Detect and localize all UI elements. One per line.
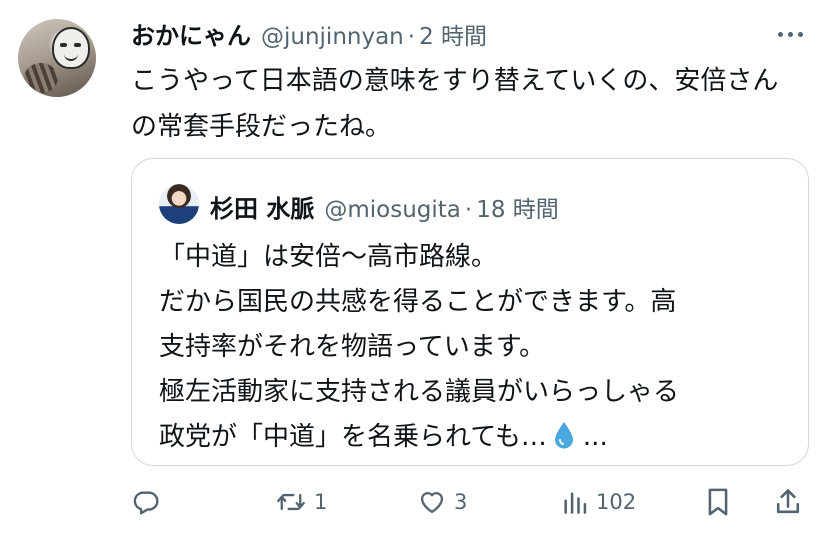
like-button[interactable]: 3	[418, 480, 467, 524]
avatar-cat-image	[24, 63, 58, 93]
share-icon	[776, 489, 800, 514]
quoted-text-line: だから国民の共感を得ることができます。高	[159, 287, 677, 317]
quoted-tweet-text: 「中道」は安倍〜高市路線。 だから国民の共感を得ることができます。高 支持率がそ…	[159, 235, 789, 460]
droplet-icon	[554, 422, 573, 449]
quoted-tweet-card[interactable]: 杉田 水脈 @miosugita · 18 時間 「中道」は安倍〜高市路線。 だ…	[131, 158, 809, 466]
quoted-text-line: 極左活動家に支持される議員がいらっしゃる	[159, 377, 680, 407]
retweet-button[interactable]: 1	[276, 480, 327, 524]
quoted-display-name[interactable]: 杉田 水脈	[210, 189, 314, 224]
views-icon	[564, 492, 587, 514]
more-dot-icon	[777, 31, 783, 37]
user-handle[interactable]: @junjinnyan	[261, 24, 404, 50]
truncation-ellipsis: ...	[582, 422, 608, 452]
like-count: 3	[454, 490, 468, 514]
timestamp[interactable]: 2 時間	[419, 17, 487, 51]
share-button[interactable]	[774, 480, 802, 524]
bookmark-icon	[708, 488, 728, 516]
reply-button[interactable]	[132, 480, 160, 524]
avatar-face-illustration	[52, 27, 90, 69]
retweet-icon	[277, 493, 305, 511]
quoted-text-line: 「中道」は安倍〜高市路線。	[159, 242, 498, 272]
more-dot-icon	[797, 31, 803, 37]
quoted-timestamp[interactable]: 18 時間	[476, 190, 559, 224]
action-bar: 1 3 102	[0, 480, 828, 524]
more-dot-icon	[787, 31, 793, 37]
quoted-user-handle[interactable]: @miosugita	[324, 197, 461, 223]
views-button[interactable]: 102	[562, 480, 636, 524]
quoted-avatar[interactable]	[159, 184, 199, 224]
display-name[interactable]: おかにゃん	[131, 16, 251, 51]
avatar[interactable]	[18, 19, 96, 97]
heart-icon	[420, 492, 444, 514]
bookmark-button[interactable]	[705, 480, 731, 524]
quoted-tweet-header: 杉田 水脈 @miosugita · 18 時間	[210, 189, 559, 224]
reply-icon	[133, 491, 159, 515]
separator-dot: ·	[464, 197, 473, 223]
tweet-header: おかにゃん @junjinnyan · 2 時間	[131, 16, 487, 51]
tweet-text: こうやって日本語の意味をすり替えていくの、安倍さんの常套手段だったね。	[131, 66, 779, 142]
quoted-text-last: 政党が「中道」を名乗られても…	[159, 422, 547, 452]
quoted-text-line-last: 政党が「中道」を名乗られても…...	[159, 415, 789, 460]
views-count: 102	[596, 490, 637, 514]
more-options-button[interactable]	[770, 22, 810, 46]
quoted-text-line: 支持率がそれを物語っています。	[159, 332, 546, 362]
retweet-count: 1	[314, 490, 328, 514]
separator-dot: ·	[407, 24, 416, 50]
